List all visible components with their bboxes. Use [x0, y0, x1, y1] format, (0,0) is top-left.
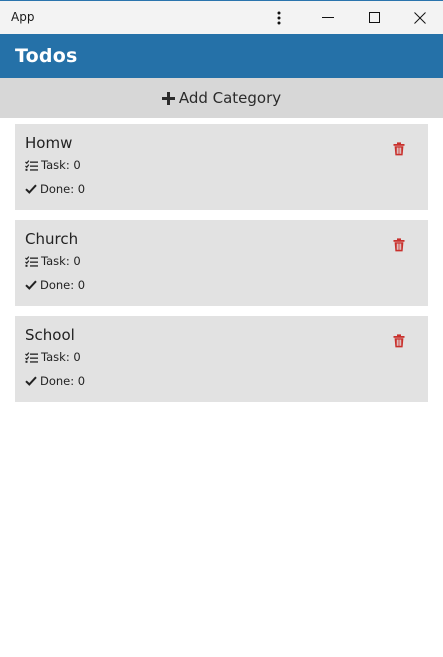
minimize-button[interactable]	[305, 1, 351, 34]
task-count: Task: 0	[41, 254, 81, 268]
category-card[interactable]: School Task: 0 Done: 0	[15, 316, 428, 402]
add-category-button[interactable]: Add Category	[0, 78, 443, 118]
close-icon	[414, 11, 426, 24]
close-button[interactable]	[397, 1, 443, 34]
done-count-row: Done: 0	[25, 374, 85, 388]
app-header: Todos	[0, 34, 443, 78]
maximize-button[interactable]	[351, 1, 397, 34]
task-list-icon	[25, 159, 38, 171]
plus-icon	[161, 91, 175, 105]
category-name: Homw	[25, 134, 73, 152]
trash-icon[interactable]	[392, 141, 406, 156]
task-list-icon	[25, 255, 38, 267]
maximize-icon	[368, 12, 380, 23]
task-count: Task: 0	[41, 158, 81, 172]
category-name: Church	[25, 230, 79, 248]
title-bar: App	[0, 1, 443, 34]
done-count: Done: 0	[40, 278, 86, 292]
check-icon	[25, 280, 37, 290]
task-count: Task: 0	[41, 350, 81, 364]
done-count: Done: 0	[40, 374, 86, 388]
task-count-row: Task: 0	[25, 350, 81, 364]
app-window: App Todos Add Category Homw Task: 0 Done…	[0, 0, 443, 657]
category-card[interactable]: Church Task: 0 Done: 0	[15, 220, 428, 306]
task-count-row: Task: 0	[25, 158, 81, 172]
page-title: Todos	[15, 45, 78, 67]
more-options-button[interactable]	[256, 1, 302, 34]
trash-icon[interactable]	[392, 237, 406, 252]
add-category-label: Add Category	[178, 89, 282, 107]
task-count-row: Task: 0	[25, 254, 81, 268]
check-icon	[25, 184, 37, 194]
check-icon	[25, 376, 37, 386]
done-count: Done: 0	[40, 182, 86, 196]
window-title: App	[11, 10, 35, 24]
more-vertical-icon	[277, 11, 281, 25]
minimize-icon	[322, 16, 334, 19]
task-list-icon	[25, 351, 38, 363]
category-name: School	[25, 326, 75, 344]
category-card[interactable]: Homw Task: 0 Done: 0	[15, 124, 428, 210]
trash-icon[interactable]	[392, 333, 406, 348]
done-count-row: Done: 0	[25, 182, 85, 196]
done-count-row: Done: 0	[25, 278, 85, 292]
category-list: Homw Task: 0 Done: 0 Church Task: 0 Done…	[0, 118, 443, 402]
